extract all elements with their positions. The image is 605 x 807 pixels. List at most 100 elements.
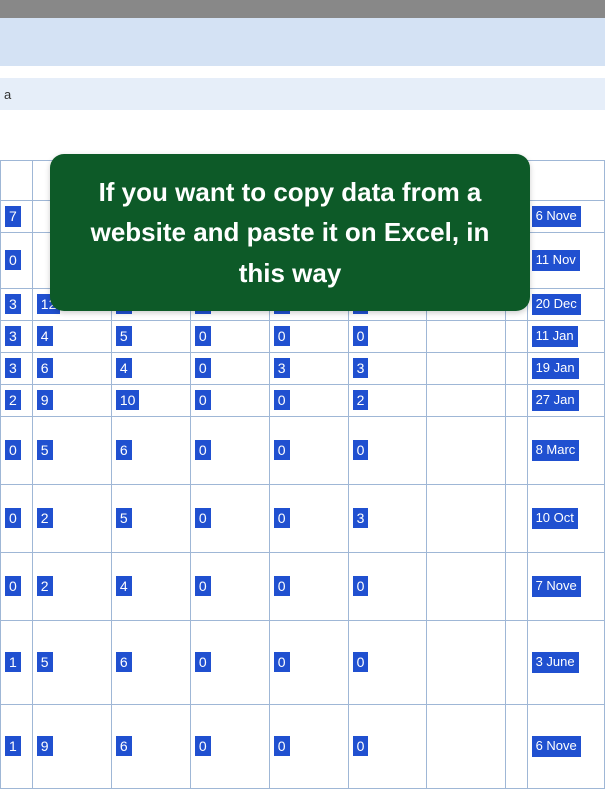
table-row: 291000227 Jan <box>1 384 605 416</box>
cell-value: 6 Nove <box>532 736 581 757</box>
table-cell[interactable]: 7 <box>1 201 33 233</box>
table-cell[interactable]: 0 <box>269 320 348 352</box>
cell-value: 6 <box>37 358 53 378</box>
table-cell[interactable]: 5 <box>32 620 111 704</box>
table-cell[interactable] <box>427 552 506 620</box>
date-cell[interactable]: 10 Oct <box>527 484 604 552</box>
table-cell[interactable] <box>427 416 506 484</box>
table-cell[interactable] <box>427 620 506 704</box>
table-cell[interactable]: 0 <box>190 416 269 484</box>
cell-value: 0 <box>195 736 211 756</box>
cell-value: 6 <box>116 652 132 672</box>
table-cell[interactable]: 0 <box>1 232 33 288</box>
date-cell[interactable]: 19 Jan <box>527 352 604 384</box>
table-cell[interactable]: 2 <box>1 384 33 416</box>
table-cell[interactable]: 3 <box>269 352 348 384</box>
table-cell[interactable]: 2 <box>32 484 111 552</box>
table-cell[interactable]: 1 <box>1 620 33 704</box>
cell-value: 3 <box>353 358 369 378</box>
table-cell[interactable]: 0 <box>348 620 427 704</box>
cell-value: 0 <box>5 576 21 596</box>
table-cell[interactable] <box>505 384 527 416</box>
date-cell[interactable]: 7 Nove <box>527 552 604 620</box>
table-cell[interactable]: 6 <box>111 704 190 788</box>
date-cell[interactable]: 6 Nove <box>527 201 604 233</box>
table-cell[interactable] <box>505 320 527 352</box>
date-cell[interactable]: 6 Nove <box>527 704 604 788</box>
table-cell[interactable] <box>427 320 506 352</box>
table-cell[interactable]: 0 <box>1 416 33 484</box>
table-cell[interactable] <box>505 620 527 704</box>
table-cell[interactable]: 3 <box>348 484 427 552</box>
table-cell[interactable]: 6 <box>32 352 111 384</box>
table-cell[interactable]: 0 <box>269 416 348 484</box>
table-cell[interactable]: 10 <box>111 384 190 416</box>
table-row: 0240007 Nove <box>1 552 605 620</box>
address-bar-area: a <box>0 78 605 110</box>
table-cell[interactable]: 3 <box>1 320 33 352</box>
date-cell[interactable]: 20 Dec <box>527 288 604 320</box>
cell-value: 7 Nove <box>532 576 581 597</box>
table-cell[interactable] <box>427 384 506 416</box>
table-cell[interactable] <box>427 484 506 552</box>
table-cell[interactable] <box>505 416 527 484</box>
window-top-bar <box>0 0 605 18</box>
table-cell[interactable]: 0 <box>190 704 269 788</box>
table-cell[interactable]: 3 <box>1 352 33 384</box>
cell-value: 27 Jan <box>532 390 579 411</box>
table-cell[interactable]: 6 <box>111 620 190 704</box>
table-cell[interactable] <box>505 352 527 384</box>
table-cell[interactable]: 0 <box>348 704 427 788</box>
table-cell[interactable] <box>505 552 527 620</box>
table-cell[interactable]: 2 <box>348 384 427 416</box>
table-cell[interactable]: 0 <box>190 384 269 416</box>
table-cell[interactable]: 0 <box>190 352 269 384</box>
table-cell[interactable] <box>505 484 527 552</box>
table-cell[interactable] <box>505 704 527 788</box>
table-cell[interactable]: 2 <box>32 552 111 620</box>
table-cell[interactable]: 4 <box>111 352 190 384</box>
table-cell[interactable]: 0 <box>348 320 427 352</box>
date-cell[interactable]: 3 June <box>527 620 604 704</box>
table-cell[interactable]: 0 <box>1 552 33 620</box>
date-cell[interactable]: 27 Jan <box>527 384 604 416</box>
table-cell[interactable]: 6 <box>111 416 190 484</box>
date-cell[interactable]: 8 Marc <box>527 416 604 484</box>
table-cell[interactable]: 3 <box>1 288 33 320</box>
spacer <box>0 110 605 160</box>
table-cell[interactable]: 5 <box>111 484 190 552</box>
caption-overlay: If you want to copy data from a website … <box>50 154 530 311</box>
table-cell[interactable]: 1 <box>1 704 33 788</box>
cell-value: 11 Nov <box>532 250 580 271</box>
table-cell[interactable]: 0 <box>190 484 269 552</box>
table-cell[interactable]: 0 <box>190 320 269 352</box>
table-cell[interactable]: 0 <box>348 416 427 484</box>
table-cell[interactable]: 5 <box>32 416 111 484</box>
date-cell[interactable]: 11 Nov <box>527 232 604 288</box>
table-cell[interactable] <box>427 704 506 788</box>
table-row: 156 000 3 June <box>1 620 605 704</box>
table-cell[interactable]: 4 <box>32 320 111 352</box>
table-cell[interactable]: 0 <box>269 384 348 416</box>
table-cell[interactable]: 9 <box>32 384 111 416</box>
table-cell[interactable]: 0 <box>269 704 348 788</box>
cell-value: 2 <box>353 390 369 410</box>
table-cell[interactable] <box>427 352 506 384</box>
date-cell[interactable]: 11 Jan <box>527 320 604 352</box>
cell-value: 10 <box>116 390 140 410</box>
table-cell[interactable]: 9 <box>32 704 111 788</box>
table-cell[interactable]: 3 <box>348 352 427 384</box>
table-cell[interactable]: 5 <box>111 320 190 352</box>
table-cell[interactable]: 0 <box>1 484 33 552</box>
table-cell[interactable]: 0 <box>269 484 348 552</box>
table-cell[interactable]: 0 <box>269 552 348 620</box>
table-cell[interactable]: 0 <box>190 620 269 704</box>
cell-value: 6 <box>116 736 132 756</box>
cell-value: 0 <box>195 576 211 596</box>
table-cell[interactable]: 4 <box>111 552 190 620</box>
ribbon-area <box>0 18 605 66</box>
table-cell[interactable]: 0 <box>269 620 348 704</box>
table-cell[interactable]: 0 <box>348 552 427 620</box>
cell-value: 0 <box>5 508 21 528</box>
table-cell[interactable]: 0 <box>190 552 269 620</box>
